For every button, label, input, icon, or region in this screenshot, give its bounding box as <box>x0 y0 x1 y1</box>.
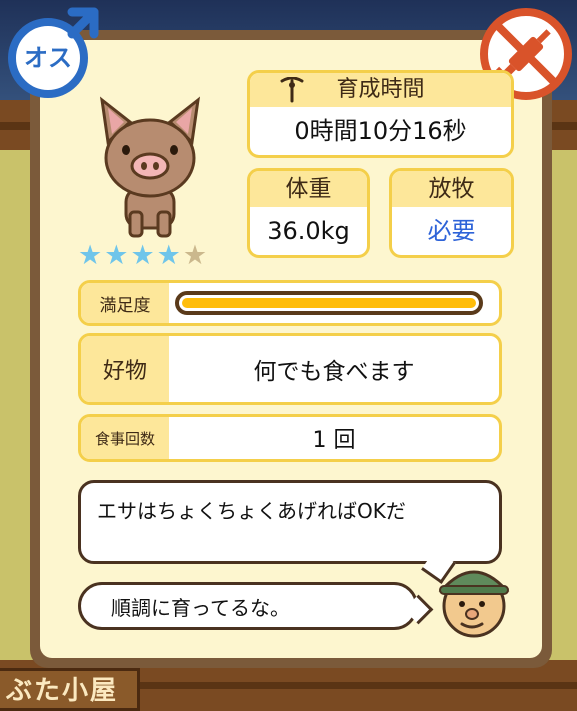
weight-value: 36.0kg <box>267 217 350 245</box>
satisfaction-row: 満足度 <box>78 280 502 326</box>
star-icon: ★ <box>130 240 157 271</box>
weight-box: 体重 36.0kg <box>247 168 370 258</box>
grazing-box[interactable]: 放牧 必要 <box>389 168 514 258</box>
satisfaction-label: 満足度 <box>81 283 169 323</box>
pig-character <box>99 96 201 238</box>
rating-stars: ★★★★★ <box>78 240 209 271</box>
meal-count-row: 食事回数 1 回 <box>78 414 502 462</box>
comment-speech-bubble: 順調に育ってるな。 <box>78 582 418 630</box>
male-badge: オス <box>8 7 99 98</box>
growth-time-box: 育成時間 0時間10分16秒 <box>247 70 514 158</box>
weight-label: 体重 <box>250 171 367 207</box>
pin-icon <box>280 77 304 103</box>
sex-label: オス <box>24 44 72 72</box>
grazing-value[interactable]: 必要 <box>392 207 511 255</box>
star-icon: ★ <box>156 240 183 271</box>
growth-time-header: 育成時間 <box>250 73 511 107</box>
star-icon: ★ <box>78 240 105 271</box>
star-icon-empty: ★ <box>182 240 210 271</box>
favorite-food-value: 何でも食べます <box>253 359 415 385</box>
star-icon: ★ <box>104 240 131 271</box>
growth-time-label: 育成時間 <box>336 77 425 102</box>
farmer-avatar <box>438 570 510 638</box>
growth-time-value: 0時間10分16秒 <box>294 117 467 145</box>
pig-hut-sign: ぶた小屋 <box>0 668 140 711</box>
grazing-label: 放牧 <box>392 171 511 207</box>
satisfaction-gauge <box>175 291 483 315</box>
favorite-food-label: 好物 <box>81 336 169 402</box>
satisfaction-gauge-fill <box>182 298 476 308</box>
meal-count-label: 食事回数 <box>81 417 169 459</box>
favorite-food-row: 好物 何でも食べます <box>78 333 502 405</box>
advice-speech-bubble: エサはちょくちょくあげればOKだ <box>78 480 502 564</box>
meal-count-value: 1 回 <box>312 428 356 453</box>
